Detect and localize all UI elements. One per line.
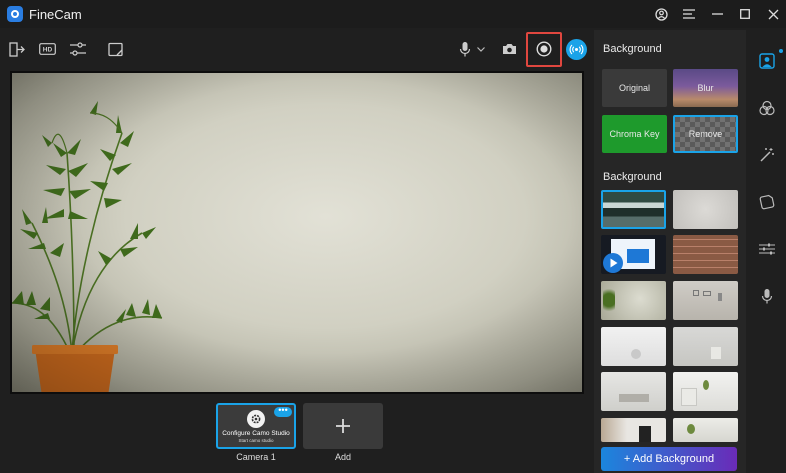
- bg-thumb-grey-room[interactable]: [673, 327, 738, 366]
- bg-thumb-door[interactable]: [601, 418, 666, 442]
- live-icon[interactable]: [566, 39, 587, 60]
- active-dot: [779, 49, 783, 53]
- app-title: FineCam: [29, 6, 82, 22]
- bg-thumb-brick[interactable]: [673, 235, 738, 274]
- camera-tile-title: Configure Camo Studio: [222, 430, 290, 437]
- option-blur[interactable]: Blur: [673, 69, 738, 107]
- camera-1-tile[interactable]: ••• Configure Camo Studio Start camo stu…: [216, 403, 296, 449]
- record-icon[interactable]: [534, 39, 554, 59]
- bg-thumb-concrete[interactable]: [673, 190, 738, 229]
- add-camera-button[interactable]: [303, 403, 383, 449]
- bg-thumb-plant-wall[interactable]: [601, 281, 666, 320]
- toolbar: HD: [0, 30, 594, 68]
- bg-thumb-white-room[interactable]: [601, 327, 666, 366]
- option-remove[interactable]: Remove: [673, 115, 738, 153]
- add-camera-label: Add: [334, 452, 351, 462]
- magic-wand-icon[interactable]: [759, 147, 775, 163]
- mic-icon[interactable]: [455, 39, 475, 59]
- bg-thumb-minimal[interactable]: [673, 418, 738, 442]
- note-icon[interactable]: [106, 39, 126, 59]
- close-icon[interactable]: [760, 0, 786, 28]
- settings-sliders-icon[interactable]: [68, 39, 88, 59]
- bg-thumb-desk[interactable]: [601, 372, 666, 411]
- minimize-icon[interactable]: [704, 0, 730, 28]
- menu-icon[interactable]: [676, 0, 702, 28]
- bg-thumb-office[interactable]: [601, 190, 666, 229]
- background-heading: Background: [603, 43, 662, 55]
- svg-text:HD: HD: [42, 47, 52, 54]
- bg-thumb-bright-room[interactable]: [673, 372, 738, 411]
- exit-icon[interactable]: [7, 39, 27, 59]
- camera-icon[interactable]: [499, 39, 519, 59]
- gear-icon: [247, 410, 265, 428]
- app-logo-icon: [7, 6, 23, 22]
- bg-thumb-video[interactable]: [601, 235, 666, 274]
- option-original[interactable]: Original: [602, 69, 667, 107]
- hd-icon[interactable]: HD: [37, 39, 57, 59]
- title-bar: FineCam: [0, 0, 786, 28]
- person-icon[interactable]: [759, 53, 775, 69]
- camera-preview: [10, 71, 584, 394]
- window-controls: [646, 0, 786, 28]
- adjust-icon[interactable]: [759, 241, 775, 257]
- right-rail: [746, 30, 786, 473]
- option-chroma-key[interactable]: Chroma Key: [602, 115, 667, 153]
- play-icon: [603, 253, 623, 273]
- camera-tile-subtitle: Start camo studio: [238, 438, 274, 443]
- gallery-heading: Background: [603, 171, 662, 183]
- sticker-icon[interactable]: [759, 194, 775, 210]
- camera-1-label: Camera 1: [236, 452, 276, 462]
- bg-thumb-shelf[interactable]: [673, 281, 738, 320]
- mic-dropdown-chevron-icon[interactable]: [474, 39, 488, 59]
- mic-rail-icon[interactable]: [759, 288, 775, 304]
- plus-icon: [336, 419, 350, 433]
- account-icon[interactable]: [648, 0, 674, 28]
- effects-icon[interactable]: [759, 100, 775, 116]
- more-options-button[interactable]: •••: [274, 406, 292, 417]
- add-background-button[interactable]: + Add Background: [601, 447, 737, 471]
- maximize-icon[interactable]: [732, 0, 758, 28]
